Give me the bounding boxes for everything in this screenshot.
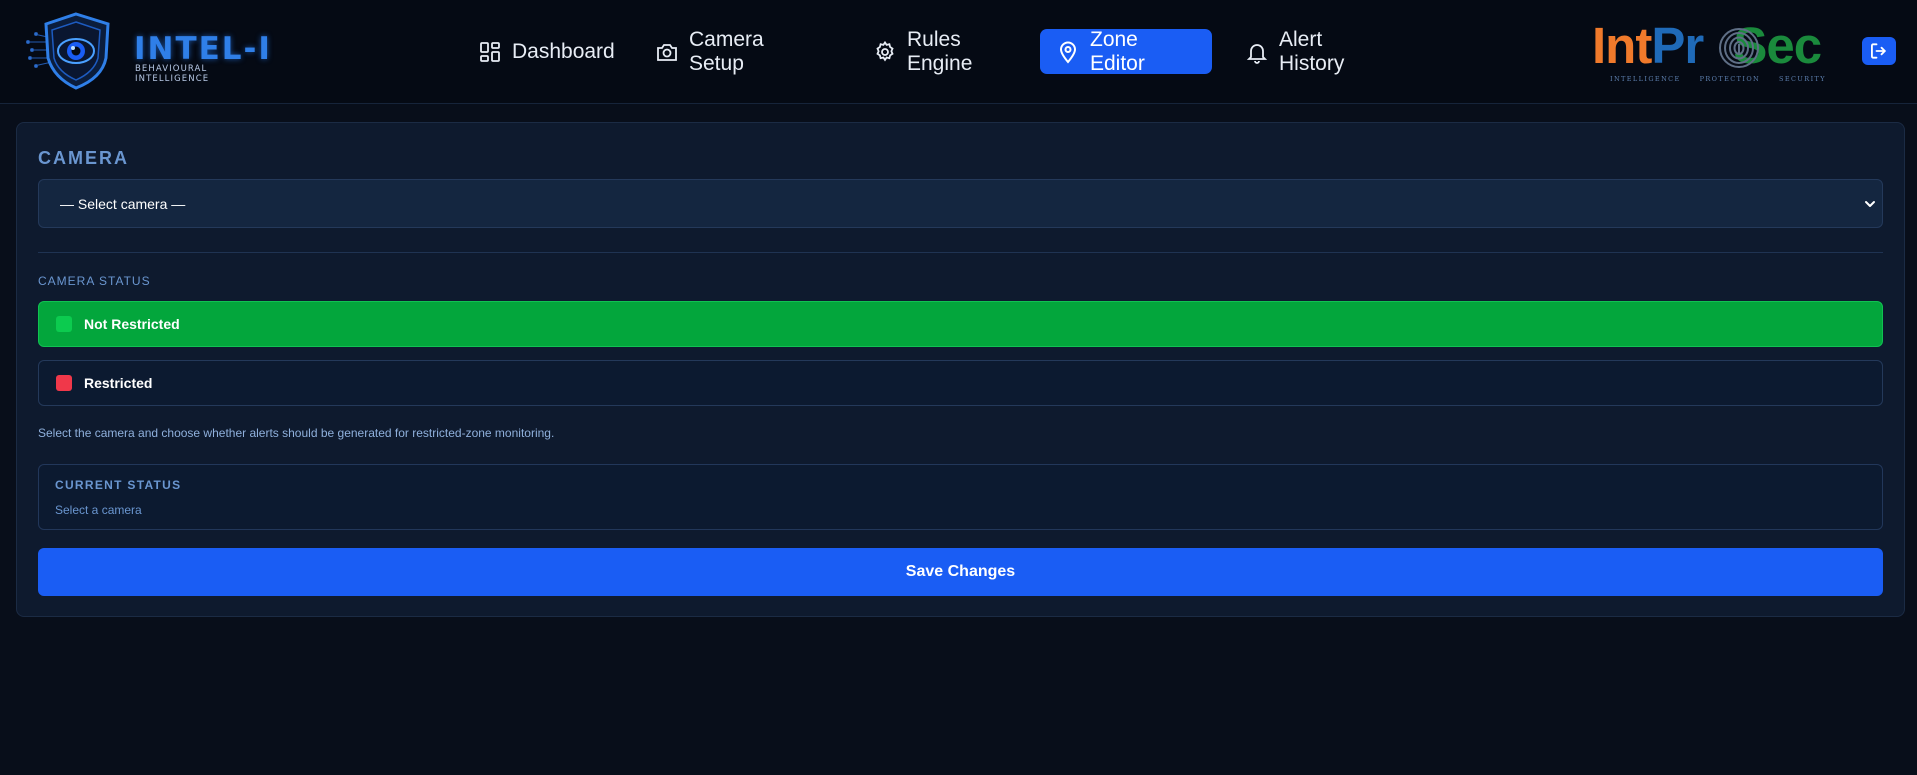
- fingerprint-icon: [1719, 28, 1759, 68]
- restricted-label: Restricted: [84, 375, 153, 391]
- nav-dashboard-label: Dashboard: [512, 39, 615, 63]
- nav-camera-setup-label: Camera Setup: [689, 27, 764, 75]
- chevron-down-icon: [1865, 201, 1875, 207]
- not-restricted-label: Not Restricted: [84, 316, 180, 332]
- nav-alert-history[interactable]: Alert History: [1229, 27, 1360, 75]
- brand-name: INTEL-I: [134, 31, 272, 67]
- green-status-indicator: [56, 316, 72, 332]
- logo-sub-intelligence: INTELLIGENCE: [1610, 75, 1681, 83]
- logout-button[interactable]: [1862, 37, 1896, 65]
- logo-sub-security: SECURITY: [1779, 75, 1826, 83]
- status-option-not-restricted[interactable]: Not Restricted: [38, 301, 1883, 347]
- brand-tagline: BEHAVIOURAL INTELLIGENCE: [135, 64, 210, 84]
- camera-section-title: CAMERA: [38, 148, 129, 168]
- bell-icon: [1246, 43, 1268, 64]
- status-option-restricted[interactable]: Restricted: [38, 360, 1883, 406]
- nav-zone-editor-label: Zone Editor: [1090, 27, 1145, 75]
- zone-editor-panel: CAMERA — Select camera — CAMERA STATUS N…: [16, 122, 1905, 617]
- save-changes-button[interactable]: Save Changes: [38, 548, 1883, 596]
- nav-rules-engine-label: Rules Engine: [907, 27, 973, 75]
- divider: [38, 252, 1883, 253]
- logo-int: Int: [1592, 17, 1652, 74]
- current-status-title: CURRENT STATUS: [55, 478, 182, 492]
- camera-select-value: — Select camera —: [60, 195, 186, 212]
- logout-icon: [1871, 43, 1886, 59]
- nav-rules-engine[interactable]: Rules Engine: [857, 27, 988, 75]
- intprosec-logo: IntProSec INTELLIGENCE PROTECTION SECURI…: [1592, 18, 1862, 88]
- grid-icon: [480, 41, 500, 62]
- intel-i-logo[interactable]: INTEL-I BEHAVIOURAL INTELLIGENCE: [26, 12, 276, 90]
- gear-icon: [876, 40, 894, 62]
- nav-dashboard[interactable]: Dashboard: [462, 29, 631, 74]
- logo-sub-protection: PROTECTION: [1699, 75, 1761, 83]
- shield-eye-logo-icon: [26, 12, 110, 90]
- nav-camera-setup[interactable]: Camera Setup: [639, 27, 780, 75]
- top-bar: INTEL-I BEHAVIOURAL INTELLIGENCE Dashboa…: [0, 0, 1917, 104]
- red-status-indicator: [56, 375, 72, 391]
- logo-pr: Pr: [1651, 17, 1704, 74]
- intprosec-wordmark: IntProSec: [1592, 17, 1822, 74]
- intprosec-subtitle: INTELLIGENCE PROTECTION SECURITY: [1610, 75, 1826, 83]
- nav-alert-history-label: Alert History: [1279, 27, 1345, 75]
- camera-icon: [657, 43, 677, 61]
- current-status-box: CURRENT STATUS Select a camera: [38, 464, 1883, 530]
- current-status-value: Select a camera: [55, 503, 142, 517]
- map-pin-icon: [1059, 41, 1077, 64]
- status-help-text: Select the camera and choose whether ale…: [38, 426, 555, 440]
- nav-zone-editor[interactable]: Zone Editor: [1040, 27, 1212, 75]
- camera-status-label: CAMERA STATUS: [38, 274, 151, 288]
- camera-select[interactable]: — Select camera —: [38, 179, 1883, 228]
